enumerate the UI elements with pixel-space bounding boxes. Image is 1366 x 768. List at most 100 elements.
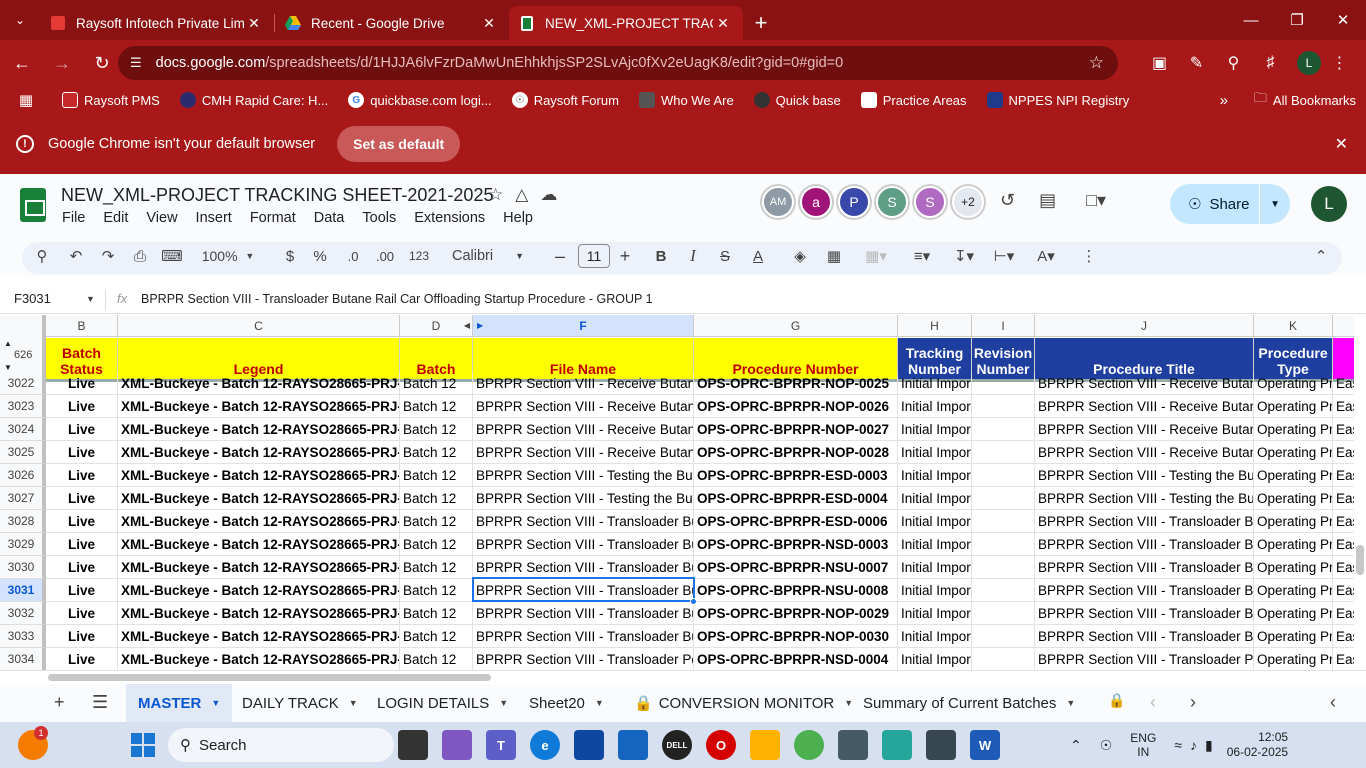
cell-procedure-type[interactable]: Operating Pr — [1254, 510, 1333, 533]
cell-batch[interactable]: Batch 12 — [400, 372, 473, 395]
increase-decimal-button[interactable]: .00 — [372, 240, 398, 272]
increase-font-size-icon[interactable]: + — [614, 240, 636, 272]
opera-icon[interactable]: O — [706, 730, 736, 760]
cell-batch[interactable]: Batch 12 — [400, 625, 473, 648]
cell-procedure-type[interactable]: Operating Pr — [1254, 487, 1333, 510]
cell-procedure-number[interactable]: OPS-OPRC-BPRPR-NSD-0004 — [694, 648, 898, 670]
cell-file-name[interactable]: BPRPR Section VIII - Transloader Buta — [473, 556, 694, 579]
tab-close-icon[interactable]: ✕ — [244, 15, 264, 32]
cell-procedure-title[interactable]: BPRPR Section VIII - Receive Butane — [1035, 372, 1254, 395]
cell-procedure-number[interactable]: OPS-OPRC-BPRPR-NSU-0007 — [694, 556, 898, 579]
cell-procedure-title[interactable]: BPRPR Section VIII - Transloader But — [1035, 556, 1254, 579]
sheet-tab-daily-track[interactable]: DAILY TRACK ▼ — [230, 684, 370, 722]
star-icon[interactable]: ☆ — [488, 185, 503, 205]
file-explorer-icon[interactable] — [750, 730, 780, 760]
cell-procedure-type[interactable]: Operating Pr — [1254, 579, 1333, 602]
cell-batch-status[interactable]: Live — [46, 579, 118, 602]
column-header-i[interactable]: I — [972, 315, 1035, 337]
sheet-tab-conversion-monitor[interactable]: 🔒 CONVERSION MONITOR ▼ — [622, 684, 865, 722]
cell-batch[interactable]: Batch 12 — [400, 395, 473, 418]
sheet-tab-summary[interactable]: Summary of Current Batches ▼ — [851, 684, 1087, 722]
zoom-icon[interactable]: ⚲ — [1215, 53, 1252, 73]
cell-procedure-title[interactable]: BPRPR Section VIII - Transloader But — [1035, 579, 1254, 602]
account-avatar[interactable]: L — [1311, 186, 1347, 222]
cell-procedure-number[interactable]: OPS-OPRC-BPRPR-NOP-0029 — [694, 602, 898, 625]
column-header-b[interactable]: B — [46, 315, 118, 337]
bookmark-star-icon[interactable]: ☆ — [1089, 53, 1104, 73]
cell-tracking-number[interactable]: Initial Impor — [898, 487, 972, 510]
cell-legend[interactable]: XML-Buckeye - Batch 12-RAYSO28665-PRJ- — [118, 556, 400, 579]
cell-file-name[interactable]: BPRPR Section VIII - Receive Butane f — [473, 395, 694, 418]
cell-tracking-number[interactable]: Initial Impor — [898, 395, 972, 418]
cell-procedure-type[interactable]: Operating Pr — [1254, 418, 1333, 441]
cell-tracking-number[interactable]: Initial Impor — [898, 464, 972, 487]
strikethrough-icon[interactable]: S — [714, 240, 736, 272]
infobar-close-icon[interactable]: ✕ — [1335, 134, 1348, 154]
cell-procedure-number[interactable]: OPS-OPRC-BPRPR-NOP-0026 — [694, 395, 898, 418]
cell-legend[interactable]: XML-Buckeye - Batch 12-RAYSO28665-PRJ- — [118, 602, 400, 625]
cell-procedure-number[interactable]: OPS-OPRC-BPRPR-NSU-0008 — [694, 579, 898, 602]
cell-procedure-type[interactable]: Operating Pr — [1254, 372, 1333, 395]
cell-legend[interactable]: XML-Buckeye - Batch 12-RAYSO28665-PRJ- — [118, 510, 400, 533]
pen-icon[interactable]: ✎ — [1178, 53, 1215, 73]
dell-icon[interactable]: DELL — [662, 730, 692, 760]
bookmark-practice-areas[interactable]: Practice Areas — [860, 92, 967, 108]
cell-legend[interactable]: XML-Buckeye - Batch 12-RAYSO28665-PRJ- — [118, 418, 400, 441]
clock[interactable]: 12:05 06-02-2025 — [1227, 730, 1288, 760]
cell-file-name[interactable]: BPRPR Section VIII - Transloader Buta — [473, 533, 694, 556]
scroll-tabs-right-icon[interactable]: › — [1190, 692, 1196, 713]
cell-batch-status[interactable]: Live — [46, 395, 118, 418]
calculator-icon[interactable] — [926, 730, 956, 760]
chevron-down-icon[interactable]: ▼ — [211, 698, 220, 708]
cell-procedure-title[interactable]: BPRPR Section VIII - Testing the Buta — [1035, 487, 1254, 510]
bookmark-cmh[interactable]: CMH Rapid Care: H... — [179, 92, 328, 108]
cell-batch-status[interactable]: Live — [46, 418, 118, 441]
extensions-puzzle-icon[interactable]: ♯ — [1252, 54, 1289, 72]
cell-batch[interactable]: Batch 12 — [400, 533, 473, 556]
minimize-icon[interactable]: — — [1228, 0, 1274, 40]
word-icon[interactable]: W — [970, 730, 1000, 760]
browser-tab-drive[interactable]: Recent - Google Drive ✕ — [275, 6, 509, 40]
cell-procedure-type[interactable]: Operating Pr — [1254, 395, 1333, 418]
horizontal-scroll-thumb[interactable] — [48, 674, 491, 681]
cell-procedure-number[interactable]: OPS-OPRC-BPRPR-NOP-0030 — [694, 625, 898, 648]
cell-batch-status[interactable]: Live — [46, 533, 118, 556]
sheet-tab-master[interactable]: MASTER ▼ — [126, 684, 233, 722]
cell-tracking-number[interactable]: Initial Impor — [898, 648, 972, 670]
cell-procedure-title[interactable]: BPRPR Section VIII - Receive Butane — [1035, 418, 1254, 441]
back-arrow-icon[interactable]: ← — [4, 45, 40, 81]
menu-data[interactable]: Data — [314, 210, 345, 226]
wifi-icon[interactable]: ≈ — [1174, 737, 1182, 753]
menu-insert[interactable]: Insert — [196, 210, 232, 226]
cell-tracking-number[interactable]: Initial Impor — [898, 533, 972, 556]
column-header-k[interactable]: K — [1254, 315, 1333, 337]
cell-tracking-number[interactable]: Initial Impor — [898, 579, 972, 602]
merge-cells-icon[interactable]: ▦▾ — [856, 240, 896, 272]
row-header[interactable]: 3022 — [0, 372, 46, 395]
redo-icon[interactable]: ↷ — [96, 240, 120, 272]
move-folder-icon[interactable]: △ — [515, 185, 528, 205]
cell-batch[interactable]: Batch 12 — [400, 648, 473, 670]
cell-batch-status[interactable]: Live — [46, 602, 118, 625]
cell-batch-status[interactable]: Live — [46, 372, 118, 395]
collapse-menus-icon[interactable]: ⌃ — [1310, 240, 1332, 272]
new-tab-button[interactable]: + — [743, 6, 779, 40]
all-sheets-menu-icon[interactable]: ☰ — [92, 692, 108, 713]
cell-procedure-number[interactable]: OPS-OPRC-BPRPR-NOP-0027 — [694, 418, 898, 441]
bookmark-raysoft-forum[interactable]: ☉ Raysoft Forum — [511, 92, 619, 108]
cell-revision-number[interactable] — [972, 418, 1035, 441]
cell-revision-number[interactable] — [972, 533, 1035, 556]
menu-help[interactable]: Help — [503, 210, 533, 226]
chrome-icon[interactable] — [794, 730, 824, 760]
chevron-down-icon[interactable]: ▼ — [86, 294, 95, 304]
row-header[interactable]: 3033 — [0, 625, 46, 648]
teams-icon[interactable]: T — [486, 730, 516, 760]
cell-procedure-title[interactable]: BPRPR Section VIII - Transloader But — [1035, 533, 1254, 556]
set-as-default-button[interactable]: Set as default — [337, 126, 461, 162]
cell-file-name[interactable]: BPRPR Section VIII - Receive Butane f — [473, 441, 694, 464]
italic-icon[interactable]: I — [682, 240, 704, 272]
hidden-columns-left-arrow-icon[interactable]: ◀ — [464, 321, 470, 330]
hidden-columns-right-arrow-icon[interactable]: ▶ — [477, 321, 483, 330]
print-icon[interactable]: ⎙ — [128, 240, 152, 272]
cell-batch-status[interactable]: Live — [46, 487, 118, 510]
